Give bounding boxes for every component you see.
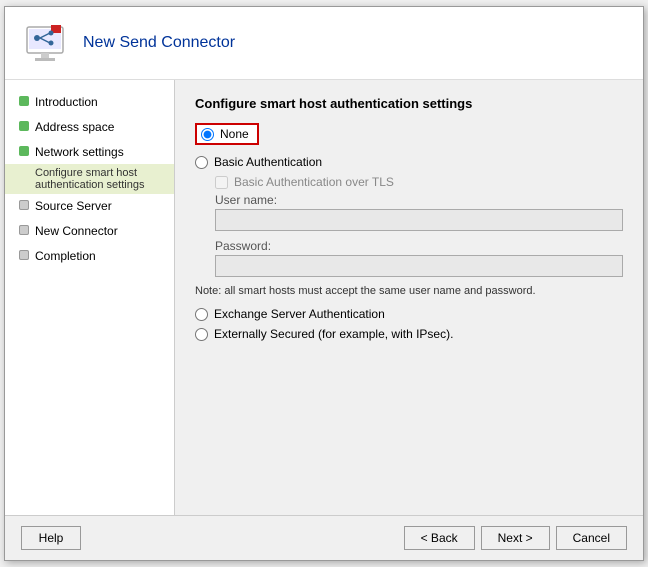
sidebar-item-configure-smart-host[interactable]: Configure smart host authentication sett… [5,164,174,194]
password-label: Password: [215,239,623,253]
none-option-wrapper: None [195,123,623,149]
back-button[interactable]: < Back [404,526,475,550]
password-group: Password: [215,239,623,277]
dot-address-space [19,121,29,131]
exchange-auth-option-row: Exchange Server Authentication [195,307,623,321]
basic-auth-label[interactable]: Basic Authentication [214,155,322,169]
exchange-auth-label[interactable]: Exchange Server Authentication [214,307,385,321]
none-option-box: None [195,123,259,145]
basic-auth-tls-label: Basic Authentication over TLS [234,175,394,189]
username-label: User name: [215,193,623,207]
sidebar-item-network-settings[interactable]: Network settings [5,140,174,165]
note-text: Note: all smart hosts must accept the sa… [195,285,623,297]
main-content: Configure smart host authentication sett… [175,80,643,515]
username-input[interactable] [215,209,623,231]
none-radio[interactable] [201,128,214,141]
dialog-footer: Help < Back Next > Cancel [5,515,643,560]
sidebar-item-source-server[interactable]: Source Server [5,194,174,219]
footer-nav-buttons: < Back Next > Cancel [404,526,627,550]
basic-auth-radio[interactable] [195,156,208,169]
basic-auth-tls-checkbox[interactable] [215,176,228,189]
dot-completion [19,250,29,260]
sidebar-item-address-space[interactable]: Address space [5,115,174,140]
dialog: New Send Connector Introduction Address … [4,6,644,561]
dot-network-settings [19,146,29,156]
dot-introduction [19,96,29,106]
dialog-header: New Send Connector [5,7,643,80]
connector-icon [21,19,69,67]
externally-secured-radio[interactable] [195,328,208,341]
dot-source-server [19,200,29,210]
externally-secured-option-row: Externally Secured (for example, with IP… [195,327,623,341]
help-button[interactable]: Help [21,526,81,550]
cancel-button[interactable]: Cancel [556,526,627,550]
none-label[interactable]: None [220,127,249,141]
sidebar-item-completion[interactable]: Completion [5,244,174,269]
dialog-body: Introduction Address space Network setti… [5,80,643,515]
sidebar: Introduction Address space Network setti… [5,80,175,515]
dot-new-connector [19,225,29,235]
exchange-auth-radio[interactable] [195,308,208,321]
section-title: Configure smart host authentication sett… [195,96,623,111]
next-button[interactable]: Next > [481,526,550,550]
dialog-title: New Send Connector [83,34,235,52]
username-group: User name: [215,193,623,231]
externally-secured-label[interactable]: Externally Secured (for example, with IP… [214,327,453,341]
password-input[interactable] [215,255,623,277]
sidebar-item-introduction[interactable]: Introduction [5,90,174,115]
basic-auth-tls-option: Basic Authentication over TLS [215,175,623,189]
basic-auth-option-row: Basic Authentication [195,155,623,169]
sidebar-item-new-connector[interactable]: New Connector [5,219,174,244]
